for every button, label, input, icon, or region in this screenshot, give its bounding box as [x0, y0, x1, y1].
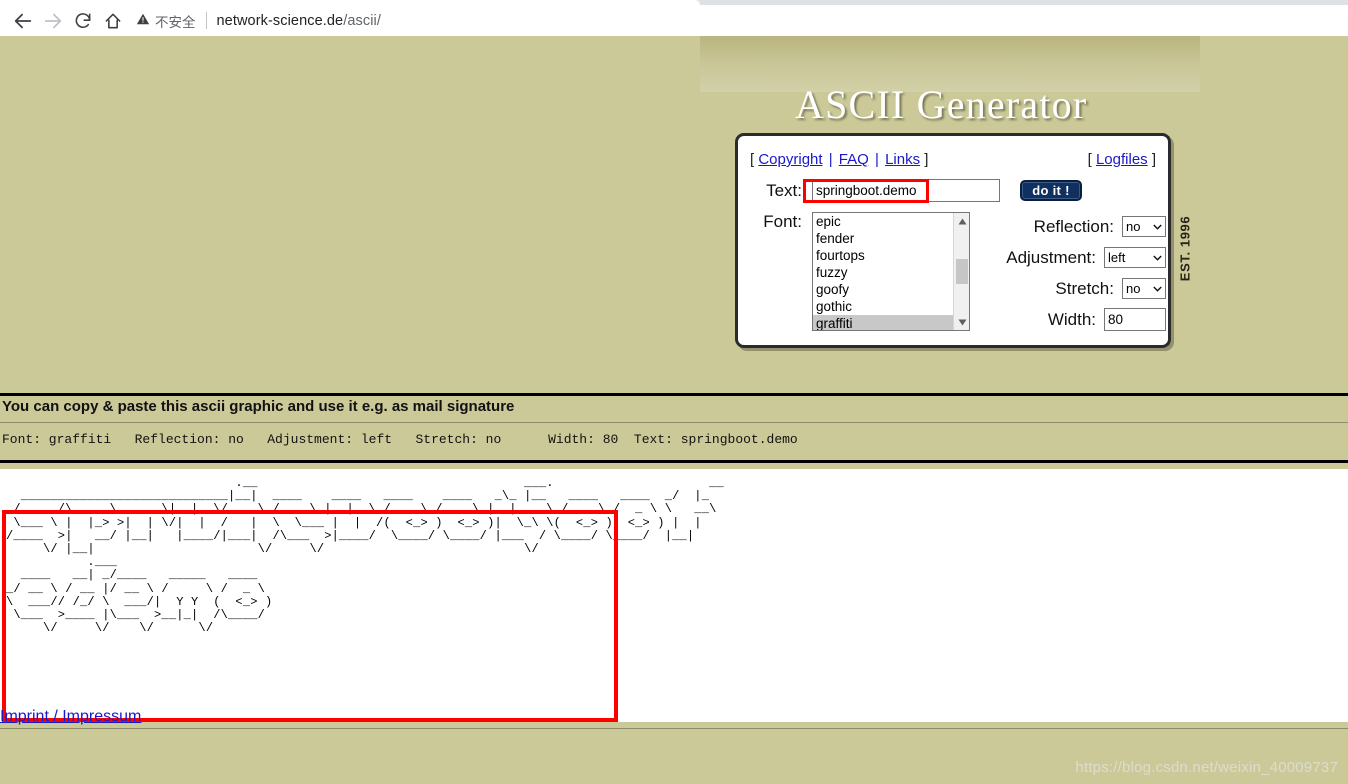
back-button[interactable] — [8, 6, 38, 36]
adjustment-row: Adjustment: left — [934, 242, 1166, 273]
warning-triangle-icon — [136, 12, 150, 29]
primary-links: [ Copyright | FAQ | Links ] — [750, 151, 928, 168]
stretch-label: Stretch: — [1055, 278, 1114, 298]
text-field-label: Text: — [766, 180, 802, 200]
arrow-left-icon — [12, 10, 34, 32]
watermark-text: https://blog.csdn.net/weixin_40009737 — [1075, 759, 1338, 776]
est-side-tab: EST. 1996 — [1168, 136, 1202, 346]
bracket-open: [ — [1087, 151, 1092, 168]
arrow-right-icon — [42, 10, 64, 32]
reload-icon — [73, 11, 93, 31]
bracket-close: ] — [924, 151, 929, 168]
option-rows: Reflection: no Adjustment: left Stretch:… — [934, 211, 1166, 335]
reflection-select[interactable]: no — [1122, 216, 1166, 237]
est-label: EST. 1996 — [1177, 215, 1193, 282]
link-logfiles[interactable]: Logfiles — [1096, 151, 1148, 168]
address-bar[interactable]: 不安全 network-science.de/ascii/ — [136, 8, 1348, 34]
page-content: ASCII Generator EST. 1996 [ Copyright | … — [0, 36, 1348, 784]
chevron-down-icon — [1153, 222, 1162, 232]
footer-divider — [0, 728, 1348, 729]
url-text[interactable]: network-science.de/ascii/ — [217, 13, 382, 29]
ascii-top-divider — [0, 460, 1348, 463]
browser-chrome: 不安全 network-science.de/ascii/ — [0, 0, 1348, 36]
copy-hint-text: You can copy & paste this ascii graphic … — [2, 398, 515, 415]
stretch-row: Stretch: no — [934, 273, 1166, 304]
page-title: ASCII Generator — [795, 82, 1088, 127]
link-separator: | — [828, 151, 833, 168]
panel-link-bar: [ Copyright | FAQ | Links ] [ Logfiles ] — [750, 151, 1156, 168]
width-input[interactable] — [1104, 308, 1166, 331]
chevron-down-icon — [1153, 253, 1162, 263]
reflection-row: Reflection: no — [934, 211, 1166, 242]
reflection-label: Reflection: — [1033, 216, 1114, 236]
ascii-art: .__ ___. __ ____________________________… — [6, 476, 724, 636]
imprint-link[interactable]: Imprint / Impressum — [0, 708, 141, 726]
security-label: 不安全 — [155, 14, 196, 30]
stretch-value: no — [1126, 281, 1141, 296]
font-field-label: Font: — [763, 212, 802, 231]
link-links[interactable]: Links — [885, 151, 920, 168]
reload-button[interactable] — [68, 6, 98, 36]
home-button[interactable] — [98, 6, 128, 36]
chevron-down-icon — [1153, 284, 1162, 294]
bracket-open: [ — [750, 151, 755, 168]
link-separator: | — [874, 151, 879, 168]
logfiles-links: [ Logfiles ] — [1088, 151, 1156, 168]
browser-toolbar: 不安全 network-science.de/ascii/ — [0, 5, 1348, 36]
security-indicator[interactable]: 不安全 — [136, 11, 196, 31]
params-summary: Font: graffiti Reflection: no Adjustment… — [2, 432, 798, 447]
omnibox-divider — [205, 12, 207, 29]
width-label: Width: — [1047, 309, 1096, 329]
url-host: network-science.de — [216, 12, 344, 29]
link-copyright[interactable]: Copyright — [758, 151, 822, 168]
url-path: /ascii/ — [343, 12, 381, 29]
forward-button[interactable] — [38, 6, 68, 36]
stretch-select[interactable]: no — [1122, 278, 1166, 299]
text-input[interactable] — [812, 179, 1000, 202]
reflection-value: no — [1126, 219, 1141, 234]
bracket-close: ] — [1151, 151, 1156, 168]
ascii-output-area[interactable]: .__ ___. __ ____________________________… — [0, 469, 1348, 722]
hint-divider — [0, 422, 1348, 423]
generator-form-panel: [ Copyright | FAQ | Links ] [ Logfiles ]… — [735, 133, 1171, 348]
result-top-divider — [0, 393, 1348, 396]
text-row: Text: do it ! — [750, 179, 1082, 202]
do-it-button[interactable]: do it ! — [1020, 180, 1082, 201]
adjustment-label: Adjustment: — [1006, 247, 1096, 267]
adjustment-select[interactable]: left — [1104, 247, 1166, 268]
link-faq[interactable]: FAQ — [839, 151, 869, 168]
width-row: Width: — [934, 304, 1166, 335]
home-icon — [103, 11, 123, 31]
adjustment-value: left — [1108, 250, 1126, 265]
